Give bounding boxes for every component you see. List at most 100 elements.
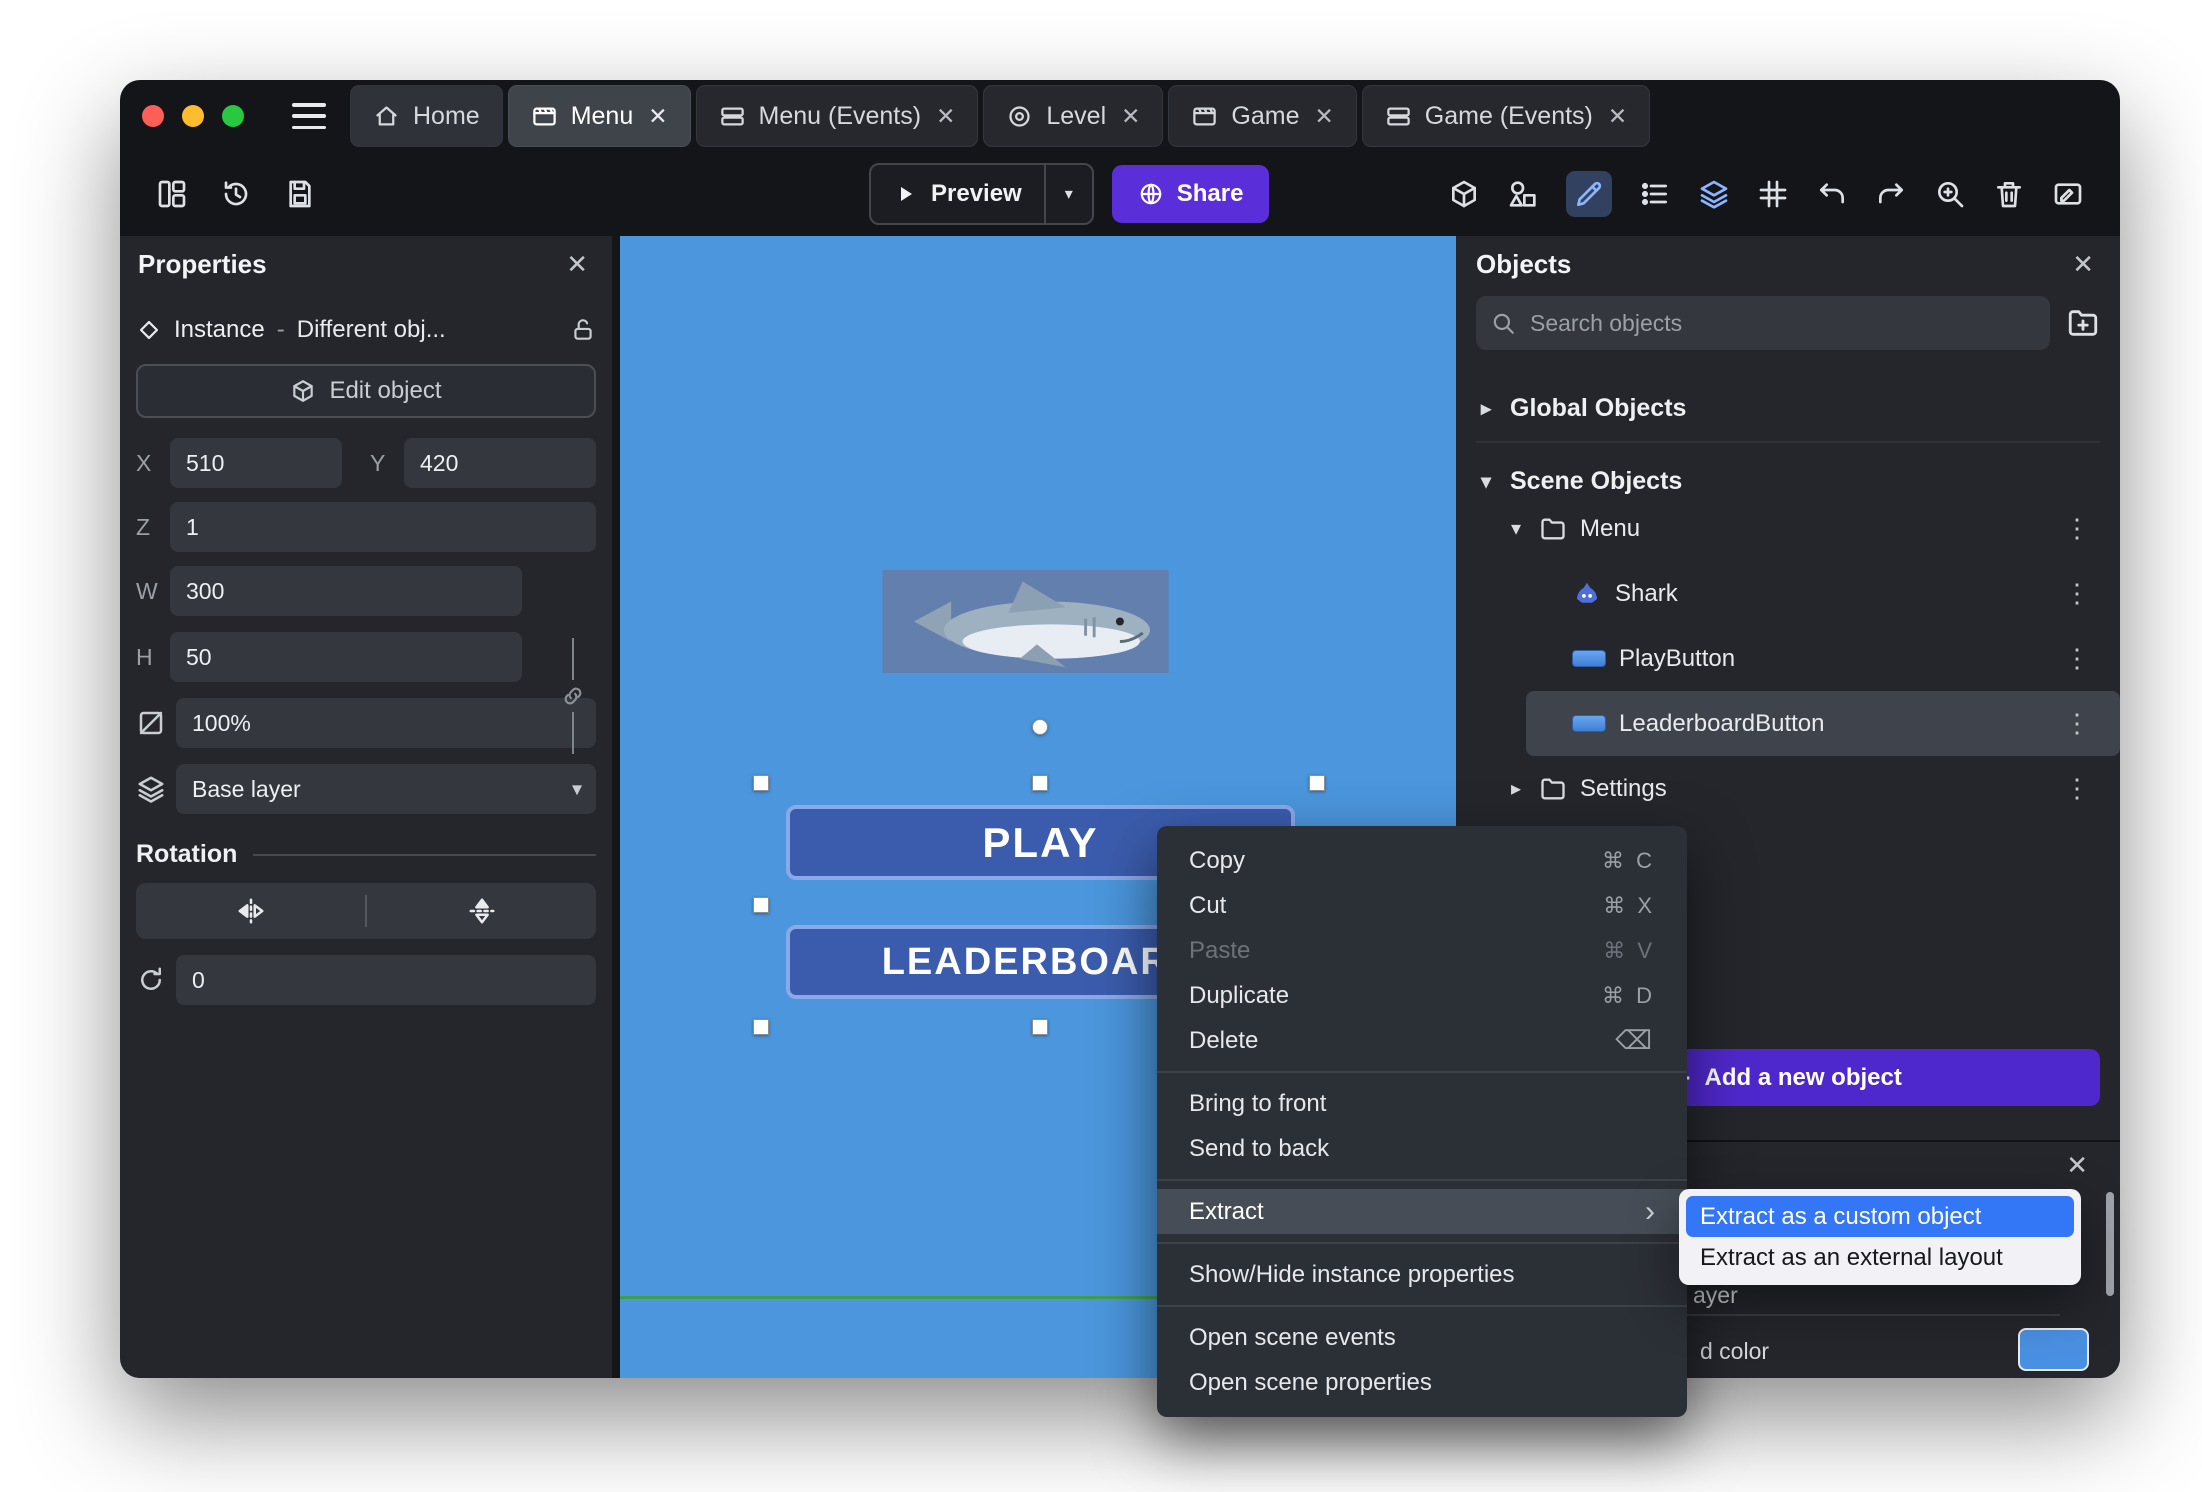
close-icon[interactable]: ✕ <box>2066 249 2100 280</box>
flip-horizontal-icon <box>236 896 266 926</box>
hamburger-menu-icon[interactable] <box>292 103 326 129</box>
leaderboard-button-label: LEADERBOARD <box>881 940 1200 983</box>
folder-row-settings[interactable]: ▸ Settings ⋮ <box>1476 756 2100 821</box>
menu-item-cut[interactable]: Cut ⌘ X <box>1157 883 1687 928</box>
selection-handle[interactable] <box>753 1019 769 1035</box>
preview-button[interactable]: Preview <box>871 165 1044 223</box>
rotation-handle[interactable] <box>1032 719 1048 735</box>
close-icon[interactable]: ✕ <box>2060 1150 2094 1181</box>
menu-item-show-hide-instance-properties[interactable]: Show/Hide instance properties <box>1157 1252 1687 1297</box>
y-label: Y <box>370 449 386 476</box>
close-icon[interactable]: ✕ <box>936 103 955 130</box>
preview-options-dropdown[interactable]: ▾ <box>1043 165 1092 223</box>
panels-layout-icon[interactable] <box>156 178 188 210</box>
object-row-shark[interactable]: Shark ⋮ <box>1476 561 2100 626</box>
tab-menu[interactable]: Menu ✕ <box>507 85 691 147</box>
home-icon <box>373 103 400 130</box>
wh-link-bracket[interactable] <box>556 638 590 754</box>
window-minimize-button[interactable] <box>182 105 204 127</box>
instances-list-icon[interactable] <box>1639 178 1671 210</box>
tab-label: Game (Events) <box>1424 101 1593 130</box>
close-icon[interactable]: ✕ <box>648 103 667 130</box>
window-zoom-button[interactable] <box>222 105 244 127</box>
shark-sprite[interactable] <box>882 570 1169 673</box>
window-close-button[interactable] <box>142 105 164 127</box>
rotation-input[interactable] <box>176 955 596 1005</box>
menu-item-open-scene-events[interactable]: Open scene events <box>1157 1315 1687 1360</box>
object-row-leaderboardbutton[interactable]: LeaderboardButton ⋮ <box>1526 691 2120 756</box>
cube-3d-icon[interactable] <box>1448 178 1480 210</box>
search-input[interactable] <box>1528 308 2036 338</box>
play-icon <box>893 182 917 206</box>
height-input[interactable] <box>170 632 522 682</box>
lock-open-icon[interactable] <box>570 317 596 343</box>
kebab-menu-icon[interactable]: ⋮ <box>2054 578 2100 609</box>
kebab-menu-icon[interactable]: ⋮ <box>2054 773 2100 804</box>
edit-scene-icon[interactable] <box>2052 178 2084 210</box>
redo-icon[interactable] <box>1875 178 1907 210</box>
tab-level[interactable]: Level ✕ <box>983 85 1164 147</box>
search-objects-box[interactable] <box>1476 296 2050 350</box>
objects-shapes-icon[interactable] <box>1507 178 1539 210</box>
add-folder-icon[interactable] <box>2066 306 2100 340</box>
edit-object-button[interactable]: Edit object <box>136 364 596 418</box>
menu-item-paste[interactable]: Paste ⌘ V <box>1157 928 1687 973</box>
menu-item-copy[interactable]: Copy ⌘ C <box>1157 838 1687 883</box>
y-input[interactable] <box>404 438 596 488</box>
submenu-item-extract-custom-object[interactable]: Extract as a custom object <box>1686 1196 2074 1237</box>
tab-bar: Home Menu ✕ Menu (Events) ✕ Level ✕ Game… <box>120 80 2120 152</box>
tab-label: Menu <box>570 101 634 130</box>
row-divider <box>1686 1314 2060 1316</box>
menu-item-duplicate[interactable]: Duplicate ⌘ D <box>1157 973 1687 1018</box>
menu-item-open-scene-properties[interactable]: Open scene properties <box>1157 1360 1687 1405</box>
flip-horizontal-button[interactable] <box>136 883 365 939</box>
global-objects-section[interactable]: ▸ Global Objects <box>1476 394 2100 443</box>
close-icon[interactable]: ✕ <box>1315 103 1334 130</box>
scrollbar[interactable] <box>2106 1192 2114 1296</box>
save-icon[interactable] <box>284 178 316 210</box>
layer-select[interactable]: ▾ <box>176 764 596 814</box>
instance-value: Different obj... <box>296 316 446 343</box>
menu-item-extract[interactable]: Extract › <box>1157 1189 1687 1234</box>
flip-button-group <box>136 883 596 939</box>
flip-vertical-button[interactable] <box>367 883 596 939</box>
selection-handle[interactable] <box>1309 775 1325 791</box>
menu-item-send-to-back[interactable]: Send to back <box>1157 1126 1687 1171</box>
width-input[interactable] <box>170 566 522 616</box>
tab-menu-events[interactable]: Menu (Events) ✕ <box>695 85 979 147</box>
trash-icon[interactable] <box>1993 178 2025 210</box>
close-icon[interactable]: ✕ <box>1121 103 1140 130</box>
tab-game-events[interactable]: Game (Events) ✕ <box>1361 85 1651 147</box>
folder-row-menu[interactable]: ▾ Menu ⋮ <box>1476 496 2100 561</box>
undo-icon[interactable] <box>1816 178 1848 210</box>
globe-icon <box>1138 181 1164 207</box>
tab-game[interactable]: Game ✕ <box>1168 85 1357 147</box>
menu-item-delete[interactable]: Delete ⌫ <box>1157 1018 1687 1063</box>
opacity-input[interactable] <box>176 698 596 748</box>
close-icon[interactable]: ✕ <box>1608 103 1627 130</box>
layers-icon[interactable] <box>1698 178 1730 210</box>
selection-handle[interactable] <box>753 897 769 913</box>
instance-separator: - <box>276 316 285 343</box>
kebab-menu-icon[interactable]: ⋮ <box>2054 643 2100 674</box>
share-button[interactable]: Share <box>1111 165 1270 223</box>
z-input[interactable] <box>170 502 596 552</box>
zoom-icon[interactable] <box>1934 178 1966 210</box>
selection-handle[interactable] <box>1032 775 1048 791</box>
selection-handle[interactable] <box>1032 1019 1048 1035</box>
submenu-item-extract-external-layout[interactable]: Extract as an external layout <box>1686 1237 2074 1278</box>
tab-home[interactable]: Home <box>350 85 503 147</box>
history-icon[interactable] <box>220 178 252 210</box>
selection-handle[interactable] <box>753 775 769 791</box>
menu-item-bring-to-front[interactable]: Bring to front <box>1157 1081 1687 1126</box>
close-icon[interactable]: ✕ <box>560 249 594 280</box>
kebab-menu-icon[interactable]: ⋮ <box>2054 708 2120 739</box>
x-input[interactable] <box>170 438 342 488</box>
kebab-menu-icon[interactable]: ⋮ <box>2054 513 2100 544</box>
scene-objects-section[interactable]: ▾ Scene Objects <box>1476 467 2100 496</box>
background-color-swatch[interactable] <box>2018 1328 2089 1371</box>
object-row-playbutton[interactable]: PlayButton ⋮ <box>1476 626 2100 691</box>
edit-mode-pencil-icon[interactable] <box>1566 171 1612 217</box>
grid-icon[interactable] <box>1757 178 1789 210</box>
delete-key-icon: ⌫ <box>1615 1025 1655 1055</box>
